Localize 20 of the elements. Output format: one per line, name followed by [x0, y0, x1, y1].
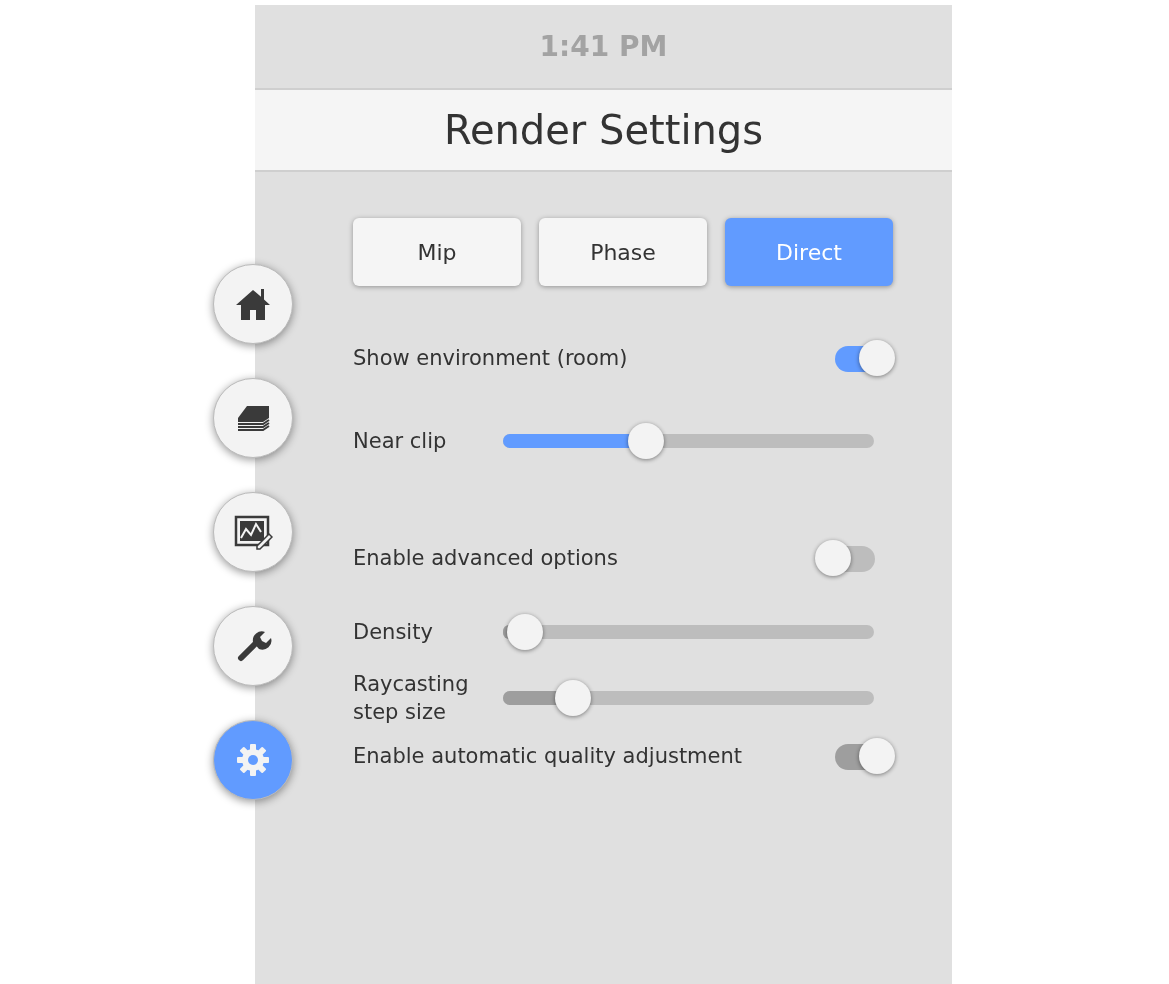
setting-label: Enable advanced options — [353, 545, 618, 572]
setting-label: Raycasting step size — [353, 671, 470, 726]
setting-label: Density — [353, 619, 434, 646]
nav-button[interactable] — [213, 264, 293, 344]
mode-tab[interactable]: Mip — [353, 218, 521, 286]
toggle-switch[interactable] — [815, 538, 875, 574]
slider[interactable] — [503, 680, 874, 716]
slider[interactable] — [503, 614, 874, 650]
mode-tab[interactable]: Phase — [539, 218, 707, 286]
slider[interactable] — [503, 423, 874, 459]
setting-label: Show environment (room) — [353, 345, 628, 372]
panel-title: Render Settings — [443, 106, 764, 155]
setting-label: Enable automatic quality adjustment — [353, 743, 743, 770]
clock-time: 1:41 PM — [539, 28, 668, 65]
setting-label: Near clip — [353, 428, 448, 455]
nav-button[interactable] — [213, 606, 293, 686]
slider-thumb[interactable] — [627, 423, 664, 459]
nav-button[interactable] — [213, 378, 293, 458]
toggle-switch[interactable] — [835, 338, 895, 374]
nav-button[interactable] — [213, 492, 293, 572]
